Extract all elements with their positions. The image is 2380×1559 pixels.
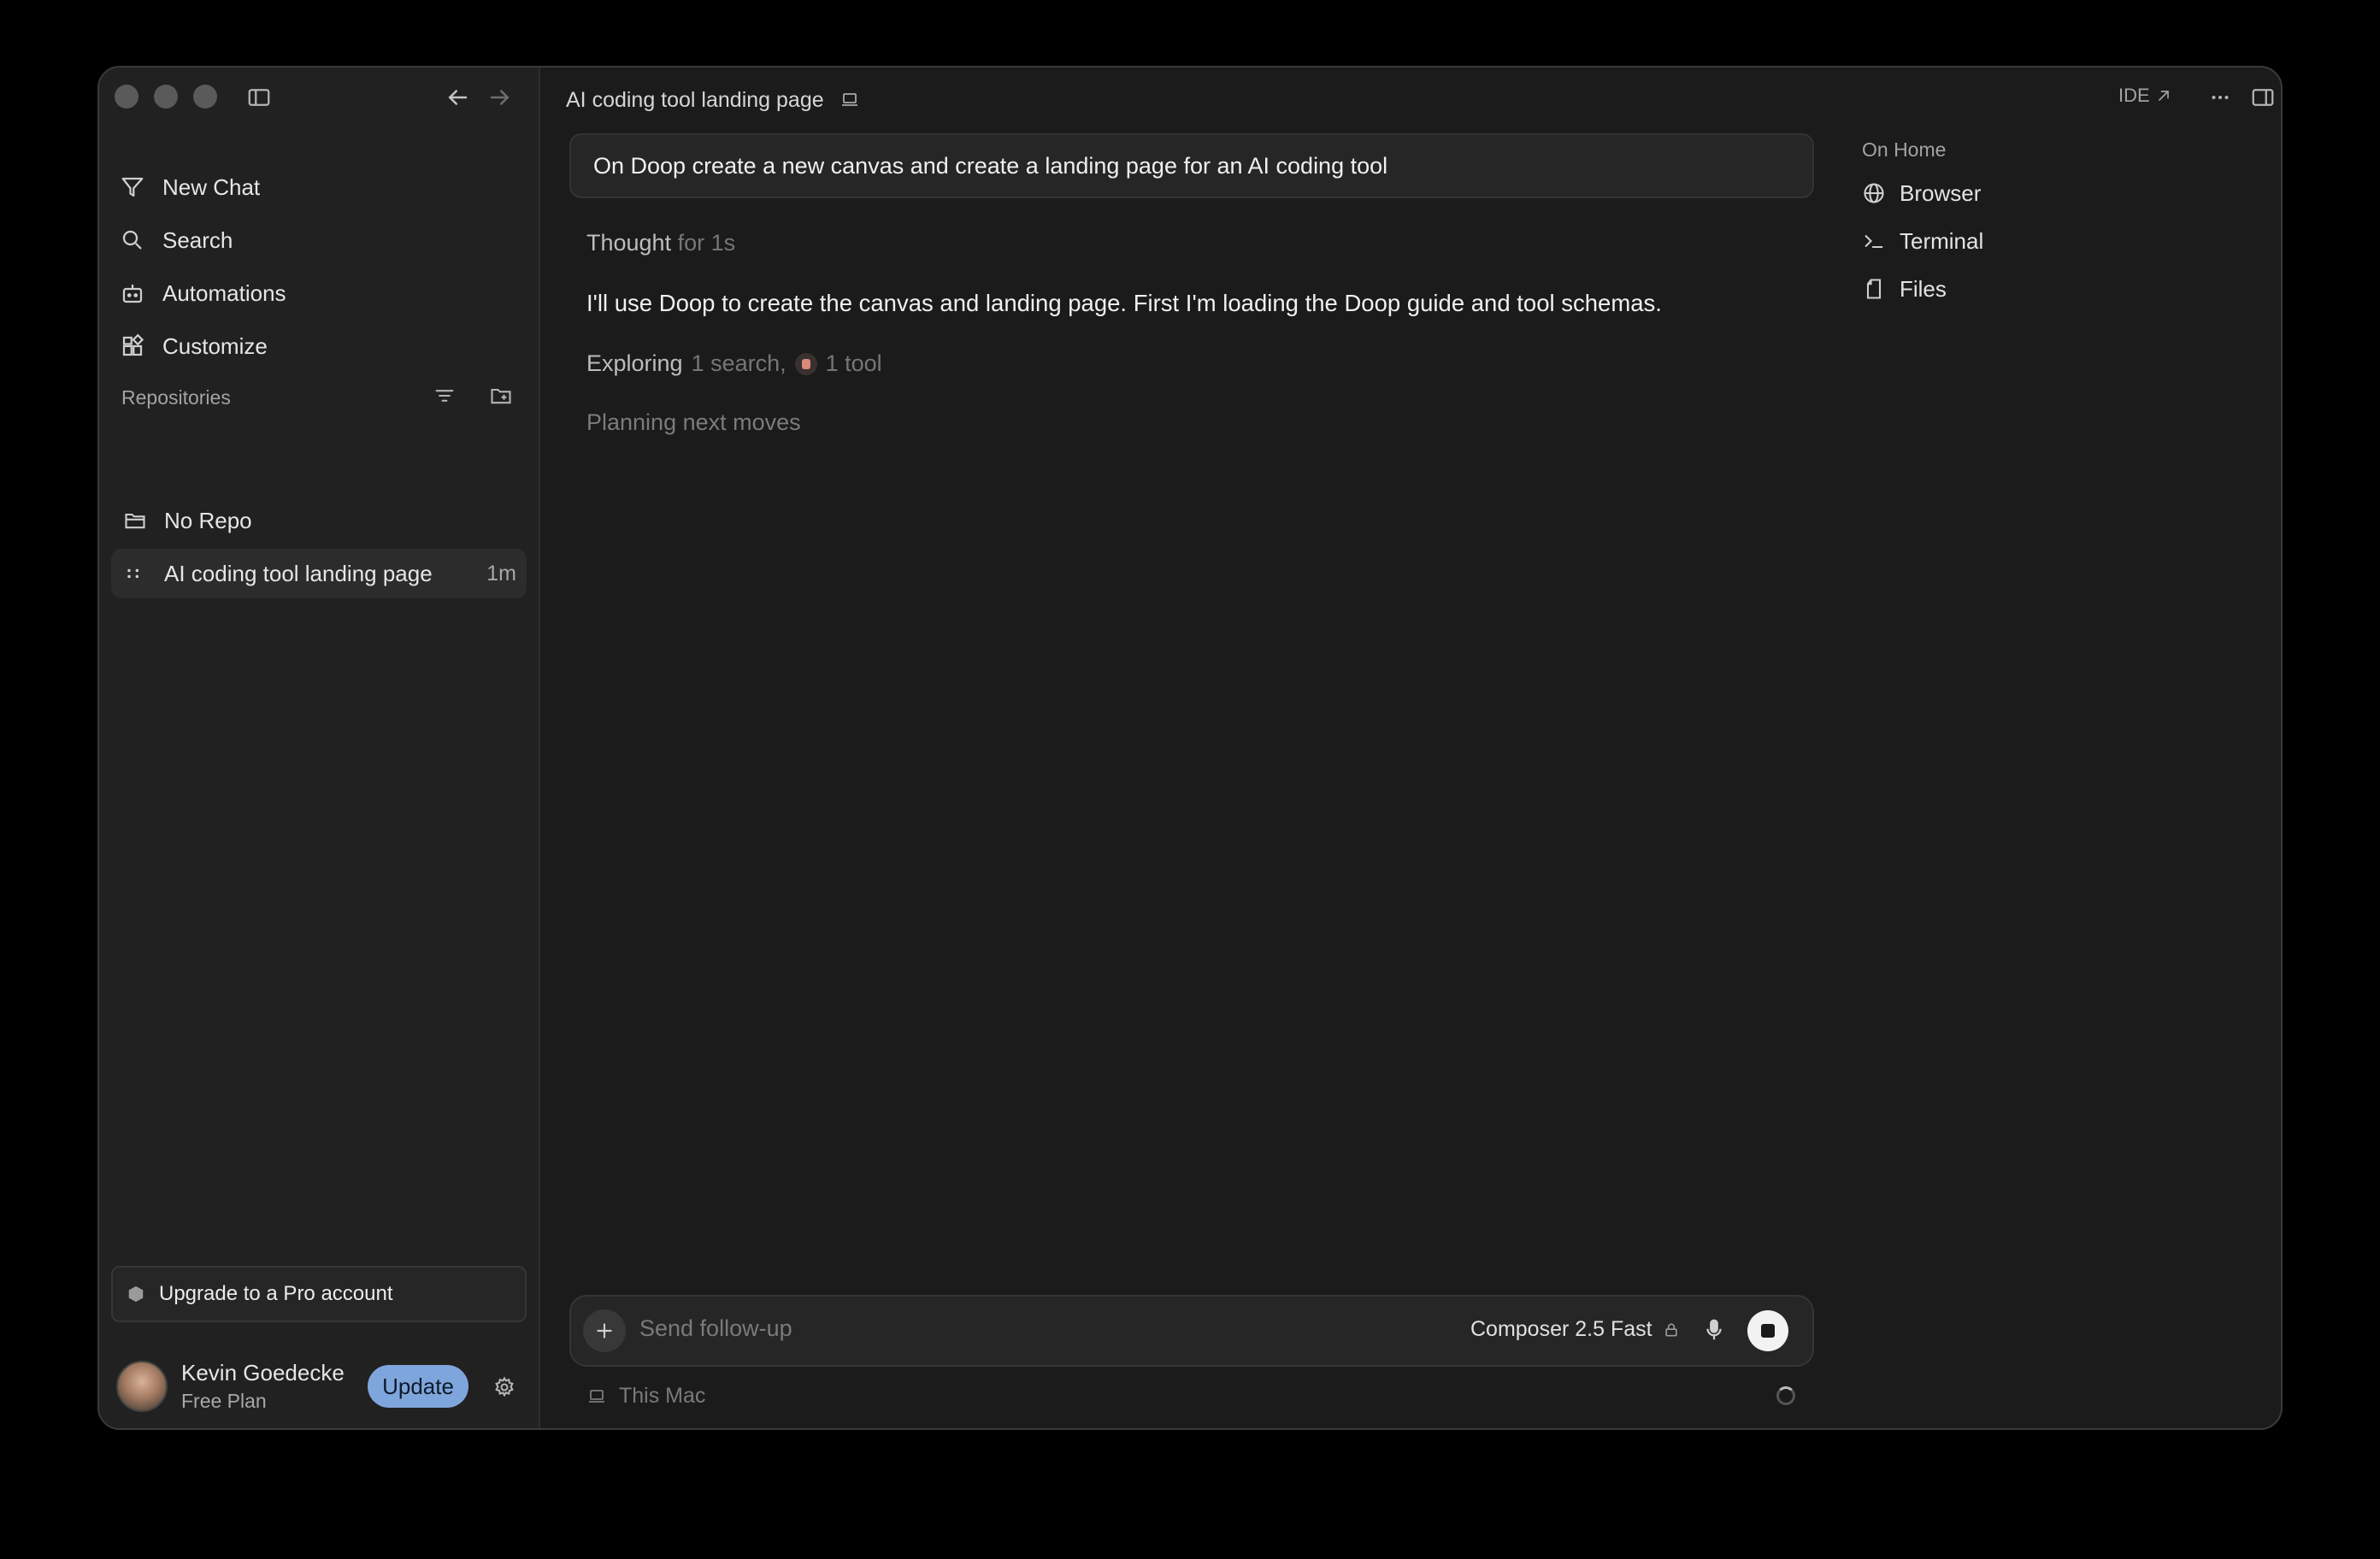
nav-search[interactable]: Search: [120, 219, 233, 262]
toggle-right-panel-icon[interactable]: [2250, 85, 2276, 110]
nav-label: Search: [162, 226, 233, 253]
more-options-icon[interactable]: [2207, 85, 2233, 110]
update-button[interactable]: Update: [368, 1365, 468, 1408]
app-window: New Chat Search Automations Customize Re…: [97, 66, 2283, 1430]
thought-duration: for 1s: [677, 230, 736, 256]
assistant-message: I'll use Doop to create the canvas and l…: [586, 290, 1662, 316]
follow-up-input[interactable]: Send follow-up: [639, 1315, 792, 1342]
robot-icon: [122, 285, 143, 303]
panel-item-label: Terminal: [1900, 227, 1984, 254]
stop-icon: [1761, 1324, 1775, 1338]
upgrade-button[interactable]: Upgrade to a Pro account: [111, 1266, 527, 1322]
repo-time: 1m: [486, 561, 516, 585]
minimize-window-button[interactable]: [154, 85, 178, 109]
maximize-window-button[interactable]: [193, 85, 217, 109]
window-controls: [115, 85, 217, 109]
back-arrow-icon[interactable]: [445, 85, 470, 110]
search-icon: [122, 230, 142, 250]
user-prompt: On Doop create a new canvas and create a…: [569, 133, 1814, 198]
nav-label: Automations: [162, 279, 286, 306]
new-folder-icon[interactable]: [489, 384, 513, 408]
plus-icon: [597, 1323, 612, 1338]
new-chat-icon: [121, 177, 144, 197]
user-name: Kevin Goedecke: [181, 1360, 345, 1385]
repo-label: AI coding tool landing page: [164, 560, 433, 586]
page-title: AI coding tool landing page: [566, 87, 824, 112]
nav-label: Customize: [162, 332, 268, 359]
nav-label: New Chat: [162, 174, 261, 200]
right-panel-heading: On Home: [1862, 138, 1947, 161]
loading-spinner-icon: [1776, 1386, 1795, 1405]
repositories-heading: Repositories: [121, 386, 231, 409]
chat-title-bar: AI coding tool landing page: [566, 83, 860, 117]
thought-indicator[interactable]: Thought for 1s: [586, 230, 735, 256]
customize-icon: [122, 333, 144, 356]
panel-item-files[interactable]: Files: [1862, 272, 1947, 306]
ide-label: IDE: [2118, 85, 2150, 106]
doop-tool-icon: [794, 352, 817, 375]
environment-label: This Mac: [619, 1384, 706, 1408]
close-window-button[interactable]: [115, 85, 138, 109]
panel-item-browser[interactable]: Browser: [1862, 176, 1981, 210]
external-link-icon: [2158, 91, 2169, 101]
lock-icon: [1664, 1323, 1677, 1336]
environment-selector[interactable]: This Mac: [586, 1384, 705, 1409]
forward-arrow-icon[interactable]: [487, 85, 513, 110]
user-plan: Free Plan: [181, 1390, 267, 1412]
exploring-indicator[interactable]: Exploring 1 search, 1 tool: [586, 350, 882, 377]
gear-icon[interactable]: [492, 1375, 516, 1403]
nav-new-chat[interactable]: New Chat: [120, 166, 260, 209]
nav-automations[interactable]: Automations: [120, 272, 286, 315]
folder-icon: [125, 513, 145, 529]
nav-customize[interactable]: Customize: [120, 325, 268, 368]
drag-handle-icon: [127, 568, 139, 579]
repo-item-no-repo[interactable]: No Repo: [111, 496, 527, 545]
status-text: Planning next moves: [586, 409, 801, 435]
panel-item-label: Files: [1900, 275, 1947, 302]
exploring-tools: 1 tool: [825, 350, 882, 376]
exploring-label: Exploring: [586, 350, 683, 376]
exploring-searches: 1 search,: [691, 350, 786, 376]
repo-label: No Repo: [164, 507, 252, 533]
user-profile: Kevin Goedecke Free Plan Update: [116, 1356, 527, 1416]
avatar[interactable]: [116, 1361, 168, 1412]
model-selector[interactable]: Composer 2.5 Fast: [1470, 1317, 1680, 1342]
upgrade-label: Upgrade to a Pro account: [159, 1282, 393, 1305]
microphone-icon[interactable]: [1701, 1317, 1727, 1347]
thought-label: Thought: [586, 230, 672, 256]
panel-item-label: Browser: [1900, 179, 1982, 206]
sidebar: New Chat Search Automations Customize Re…: [99, 68, 540, 1428]
laptop-icon: [841, 93, 857, 106]
globe-icon: [1864, 183, 1884, 203]
composer: Send follow-up Composer 2.5 Fast: [569, 1295, 1814, 1367]
filter-icon[interactable]: [433, 384, 457, 408]
cube-icon: [128, 1285, 144, 1303]
panel-item-terminal[interactable]: Terminal: [1862, 224, 1983, 258]
repo-item-ai-coding-tool[interactable]: AI coding tool landing page 1m: [111, 549, 527, 598]
stop-generation-button[interactable]: [1747, 1310, 1788, 1351]
file-icon: [1866, 279, 1882, 299]
add-attachment-button[interactable]: [583, 1309, 626, 1352]
toggle-sidebar-icon[interactable]: [246, 85, 272, 110]
model-label: Composer 2.5 Fast: [1470, 1317, 1652, 1341]
laptop-icon: [589, 1389, 604, 1403]
terminal-icon: [1865, 235, 1883, 249]
ide-link[interactable]: IDE: [2118, 85, 2172, 107]
